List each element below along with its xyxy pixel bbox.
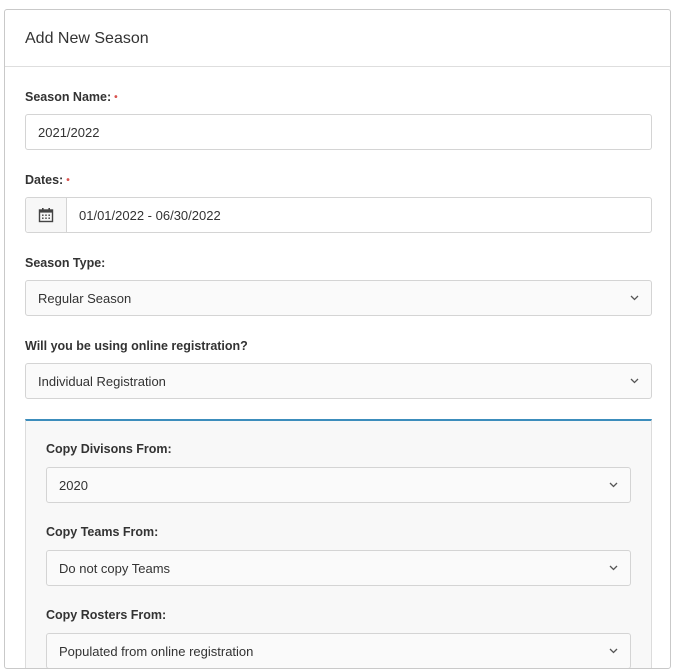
season-name-value: 2021/2022 [38, 124, 100, 140]
required-indicator: • [114, 92, 118, 103]
season-type-value: Regular Season [38, 290, 132, 306]
copy-rosters-select[interactable]: Populated from online registration [46, 633, 631, 668]
copy-teams-value: Do not copy Teams [59, 560, 171, 576]
copy-teams-label: Copy Teams From: [46, 525, 159, 539]
calendar-icon[interactable] [26, 198, 67, 232]
copy-divisions-value: 2020 [59, 477, 88, 493]
season-name-input[interactable]: 2021/2022 [25, 114, 652, 150]
dates-label: Dates: • [25, 173, 70, 187]
chevron-down-icon [629, 376, 639, 386]
chevron-down-icon [608, 646, 618, 656]
season-name-label: Season Name: • [25, 90, 118, 104]
copy-options-panel: Copy Divisons From: 2020 Copy Teams From… [25, 419, 652, 668]
season-type-select[interactable]: Regular Season [25, 280, 652, 316]
season-type-label: Season Type: [25, 256, 106, 270]
copy-rosters-value: Populated from online registration [59, 643, 254, 659]
chevron-down-icon [608, 563, 618, 573]
card-header: Add New Season [5, 10, 670, 67]
add-season-card: Add New Season Season Name: • 2021/2022 D… [4, 9, 671, 669]
dates-input[interactable]: 01/01/2022 - 06/30/2022 [25, 197, 652, 233]
required-indicator: • [66, 175, 70, 186]
copy-divisions-label: Copy Divisons From: [46, 442, 172, 456]
online-registration-select[interactable]: Individual Registration [25, 363, 652, 399]
copy-teams-select[interactable]: Do not copy Teams [46, 550, 631, 586]
chevron-down-icon [629, 293, 639, 303]
copy-rosters-label: Copy Rosters From: [46, 608, 167, 622]
page-title: Add New Season [25, 30, 149, 47]
online-registration-label: Will you be using online registration? [25, 339, 248, 353]
dates-value: 01/01/2022 - 06/30/2022 [79, 207, 221, 223]
copy-divisions-select[interactable]: 2020 [46, 467, 631, 503]
online-registration-value: Individual Registration [38, 373, 166, 389]
chevron-down-icon [608, 480, 618, 490]
